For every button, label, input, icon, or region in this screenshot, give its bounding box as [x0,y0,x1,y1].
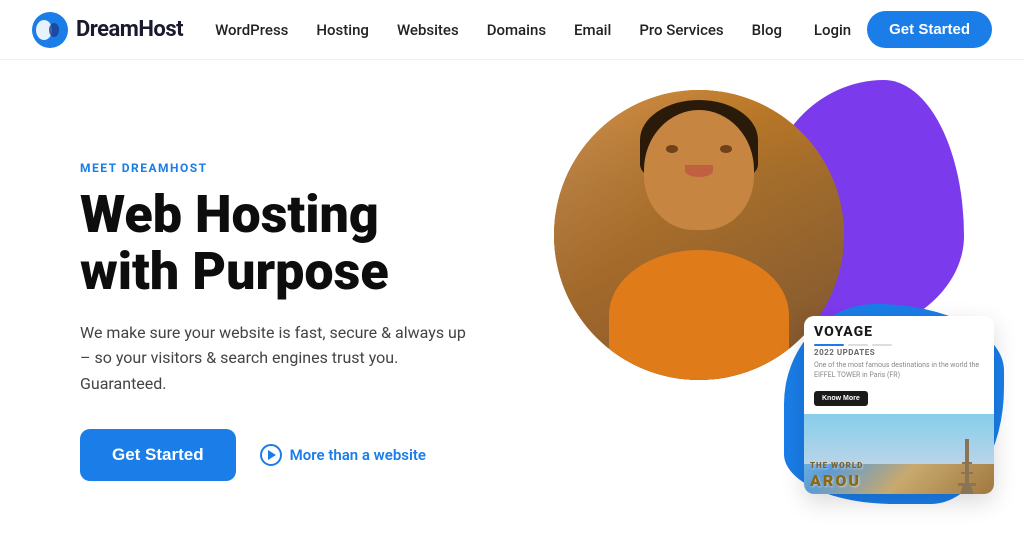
voyage-card: VOYAGE 2022 UPDATES One of the most famo… [804,316,994,494]
play-triangle-icon [268,450,276,460]
card-text: One of the most famous destinations in t… [804,361,994,385]
tower-beam2 [961,472,973,474]
navbar: DreamHost WordPress Hosting Websites Dom… [0,0,1024,60]
card-the: THE WORLD [810,461,863,470]
play-circle-icon [260,444,282,466]
card-title: VOYAGE [804,316,994,344]
get-started-hero-button[interactable]: Get Started [80,429,236,481]
hero-description: We make sure your website is fast, secur… [80,320,480,397]
tower-beam3 [962,462,972,464]
card-around: AROU [810,471,863,490]
hero-right-area: VOYAGE 2022 UPDATES One of the most famo… [504,60,1024,534]
card-button[interactable]: Know More [814,391,868,406]
hero-circle-photo [554,90,844,380]
get-started-nav-button[interactable]: Get Started [867,11,992,48]
nav-links: WordPress Hosting Websites Domains Email… [215,21,814,39]
nav-item-domains[interactable]: Domains [487,21,546,39]
card-meta: 2022 UPDATES [804,348,994,361]
nav-item-blog[interactable]: Blog [752,21,782,39]
card-image-title: THE WORLD AROU [810,461,863,490]
logo[interactable]: DreamHost [32,12,183,48]
dreamhost-logo-icon [32,12,68,48]
hero-actions: Get Started More than a website [80,429,550,481]
tower-beam1 [958,483,976,486]
more-than-website-link[interactable]: More than a website [260,444,426,466]
hero-title-line1: Web Hosting [80,184,379,245]
more-link-label: More than a website [290,446,426,464]
person-body [609,250,789,380]
meet-label: MEET DREAMHOST [80,161,550,175]
nav-item-wordpress[interactable]: WordPress [215,21,288,39]
card-divider3 [872,344,892,346]
card-divider [814,344,844,346]
card-image: THE WORLD AROU [804,414,994,494]
hero-title-line2: with Purpose [80,241,389,302]
nav-item-websites[interactable]: Websites [397,21,459,39]
person-background [554,90,844,380]
nav-actions: Login Get Started [814,11,992,48]
tower-base [960,486,974,494]
nav-item-email[interactable]: Email [574,21,611,39]
hero-left-content: MEET DREAMHOST Web Hosting with Purpose … [80,161,550,480]
person-head [644,110,754,230]
hero-section: MEET DREAMHOST Web Hosting with Purpose … [0,60,1024,534]
nav-item-hosting[interactable]: Hosting [316,21,369,39]
login-link[interactable]: Login [814,21,851,39]
card-divider2 [848,344,868,346]
hero-title: Web Hosting with Purpose [80,187,550,299]
logo-text: DreamHost [76,17,183,42]
nav-item-pro-services[interactable]: Pro Services [639,21,723,39]
